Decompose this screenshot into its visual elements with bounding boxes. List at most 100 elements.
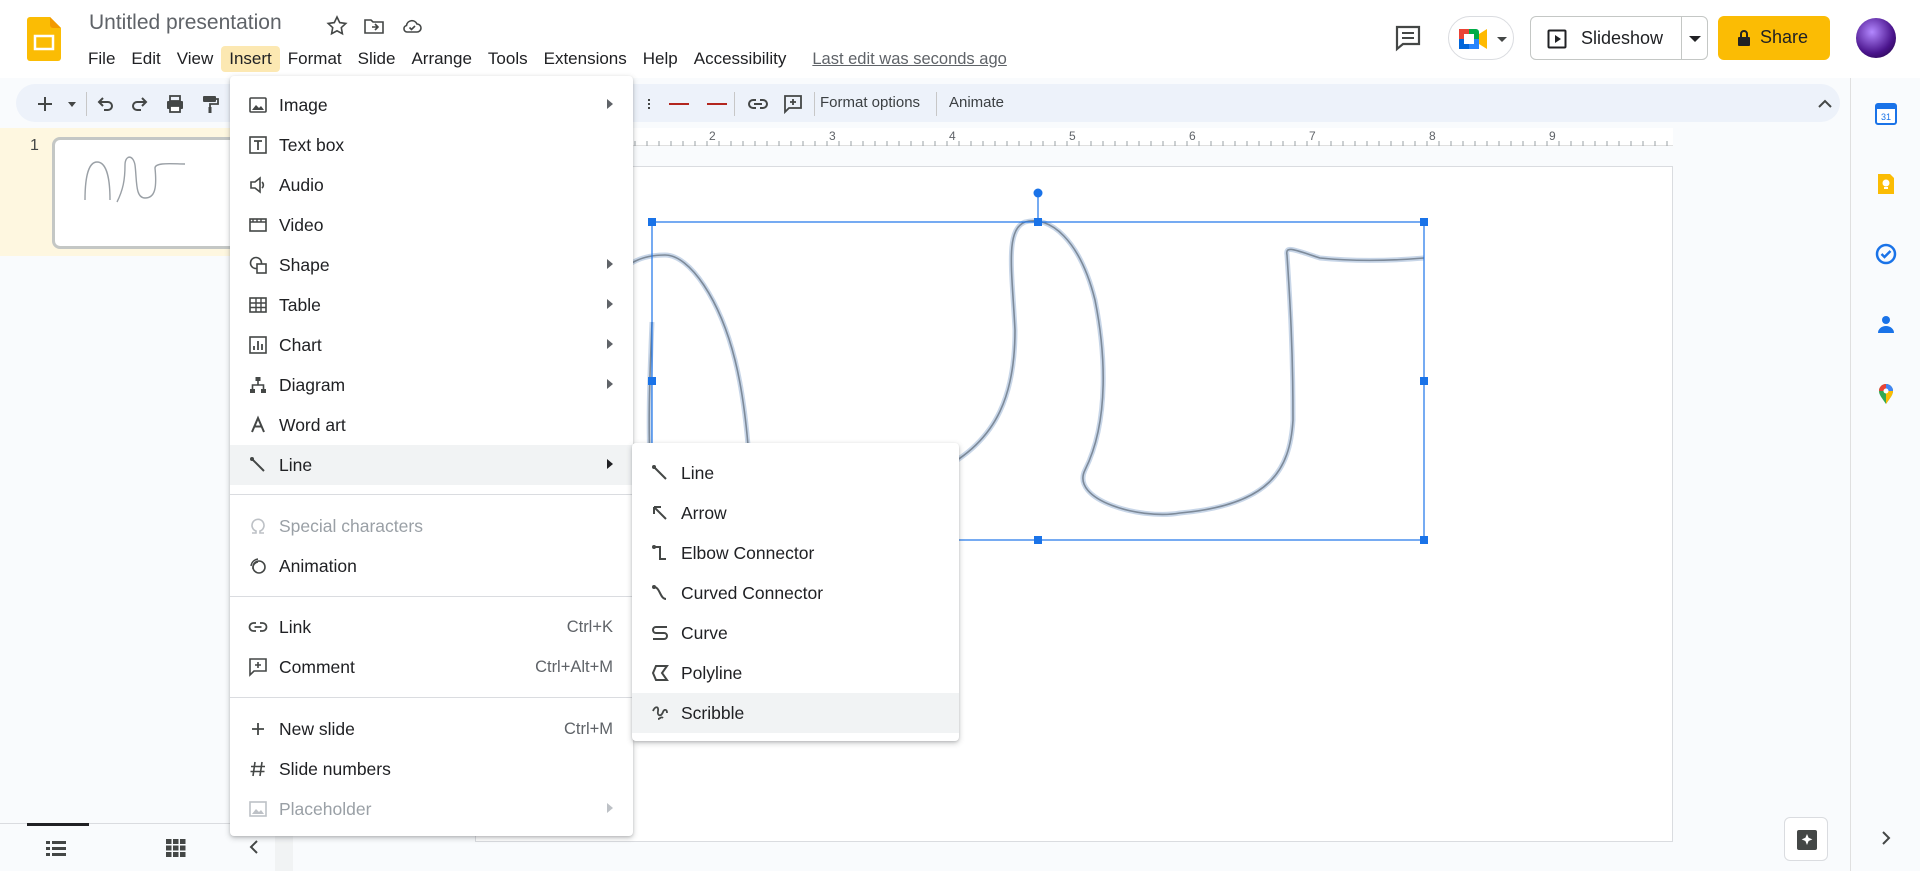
plus-icon (248, 719, 268, 739)
menu-item-label: Curved Connector (681, 583, 824, 603)
menu-edit[interactable]: Edit (123, 46, 168, 72)
insert-menu: Image Text box Audio Video Shape Table C… (230, 76, 633, 836)
ruler-tick-label: 2 (709, 129, 716, 143)
insert-table-item[interactable]: Table (230, 285, 633, 325)
move-folder-icon[interactable] (362, 14, 386, 38)
menu-accessibility[interactable]: Accessibility (686, 46, 795, 72)
menu-extensions[interactable]: Extensions (536, 46, 635, 72)
image-icon (248, 95, 268, 115)
keep-icon[interactable] (1874, 172, 1898, 196)
menu-tools[interactable]: Tools (480, 46, 536, 72)
star-icon[interactable] (325, 14, 349, 38)
collapse-toolbar-icon[interactable] (1814, 93, 1836, 115)
add-comment-icon[interactable] (782, 93, 804, 115)
avatar[interactable] (1856, 18, 1896, 58)
insert-line-item[interactable]: Line (230, 445, 633, 485)
polyline-icon (650, 663, 670, 683)
lock-icon (1736, 29, 1752, 47)
document-title[interactable]: Untitled presentation (89, 11, 282, 35)
slideshow-dropdown-icon[interactable] (1689, 36, 1701, 42)
line-option-curve[interactable]: Curve (632, 613, 959, 653)
line-dash-icon[interactable] (668, 93, 690, 115)
insert-animation-item[interactable]: Animation (230, 546, 633, 586)
view-indicator (27, 823, 89, 826)
insert-link-icon[interactable] (747, 93, 769, 115)
insert-shape-item[interactable]: Shape (230, 245, 633, 285)
menu-item-label: Line (279, 455, 313, 475)
animation-icon (248, 556, 268, 576)
submenu-arrow-icon (607, 259, 613, 269)
menu-item-label: Arrow (681, 503, 727, 523)
meet-button[interactable] (1448, 16, 1514, 60)
expand-side-panel-icon[interactable] (1878, 830, 1894, 846)
menu-help[interactable]: Help (635, 46, 686, 72)
comments-icon[interactable] (1392, 22, 1424, 54)
menu-format[interactable]: Format (280, 46, 350, 72)
menu-item-label: Special characters (279, 516, 423, 536)
grid-view-icon[interactable] (166, 839, 186, 857)
new-slide-dropdown-icon[interactable] (68, 102, 76, 107)
line-start-icon[interactable] (706, 93, 728, 115)
svg-text:31: 31 (1881, 112, 1891, 122)
scribble-icon (650, 703, 670, 723)
tasks-icon[interactable] (1874, 242, 1898, 266)
cloud-saved-icon[interactable] (400, 14, 424, 38)
undo-icon[interactable] (94, 93, 116, 115)
menu-slide[interactable]: Slide (350, 46, 404, 72)
insert-new-slide-item[interactable]: New slide Ctrl+M (230, 709, 633, 749)
menu-insert[interactable]: Insert (221, 46, 280, 72)
insert-video-item[interactable]: Video (230, 205, 633, 245)
line-option-elbow-connector[interactable]: Elbow Connector (632, 533, 959, 573)
line-weight-icon[interactable] (644, 93, 666, 115)
slides-logo-icon[interactable] (27, 17, 61, 61)
line-option-curved-connector[interactable]: Curved Connector (632, 573, 959, 613)
insert-audio-item[interactable]: Audio (230, 165, 633, 205)
explore-button[interactable] (1784, 817, 1828, 861)
menu-item-label: Link (279, 617, 312, 637)
animate-button[interactable]: Animate (949, 94, 1004, 111)
menu-item-label: Elbow Connector (681, 543, 815, 563)
last-edit-link[interactable]: Last edit was seconds ago (812, 50, 1006, 69)
toolbar-divider (814, 92, 815, 116)
insert-comment-item[interactable]: Comment Ctrl+Alt+M (230, 647, 633, 687)
insert-link-item[interactable]: Link Ctrl+K (230, 607, 633, 647)
insert-slide-numbers-item[interactable]: Slide numbers (230, 749, 633, 789)
calendar-icon[interactable]: 31 (1874, 102, 1898, 126)
print-icon[interactable] (164, 93, 186, 115)
line-option-arrow[interactable]: Arrow (632, 493, 959, 533)
share-button[interactable]: Share (1718, 16, 1830, 60)
omega-icon (248, 516, 268, 536)
line-icon (248, 455, 268, 475)
menu-view[interactable]: View (169, 46, 222, 72)
slideshow-play-icon (1547, 29, 1567, 49)
contacts-icon[interactable] (1874, 312, 1898, 336)
list-view-icon[interactable] (46, 840, 66, 856)
share-label: Share (1760, 27, 1809, 47)
insert-image-item[interactable]: Image (230, 85, 633, 125)
line-option-scribble[interactable]: Scribble (632, 693, 959, 733)
app-header: Untitled presentation File Edit View Ins… (0, 0, 1920, 78)
ruler-tick-label: 9 (1549, 129, 1556, 143)
line-option-polyline[interactable]: Polyline (632, 653, 959, 693)
submenu-arrow-icon (607, 803, 613, 813)
insert-chart-item[interactable]: Chart (230, 325, 633, 365)
new-slide-plus-icon[interactable] (34, 93, 56, 115)
paint-format-icon[interactable] (199, 93, 221, 115)
menu-item-label: Chart (279, 335, 322, 355)
menu-item-label: Slide numbers (279, 759, 391, 779)
insert-word-art-item[interactable]: Word art (230, 405, 633, 445)
side-panel (1850, 78, 1920, 871)
redo-icon[interactable] (129, 93, 151, 115)
menu-item-label: Diagram (279, 375, 346, 395)
menu-file[interactable]: File (80, 46, 123, 72)
insert-placeholder-item: Placeholder (230, 789, 633, 829)
line-option-line[interactable]: Line (632, 453, 959, 493)
collapse-filmstrip-icon[interactable] (246, 838, 262, 856)
format-options-button[interactable]: Format options (820, 94, 920, 111)
insert-diagram-item[interactable]: Diagram (230, 365, 633, 405)
line-submenu: Line Arrow Elbow Connector Curved Connec… (632, 443, 959, 741)
maps-icon[interactable] (1874, 382, 1898, 406)
menu-arrange[interactable]: Arrange (403, 46, 479, 72)
slideshow-button[interactable]: Slideshow (1530, 16, 1708, 60)
insert-text-box-item[interactable]: Text box (230, 125, 633, 165)
